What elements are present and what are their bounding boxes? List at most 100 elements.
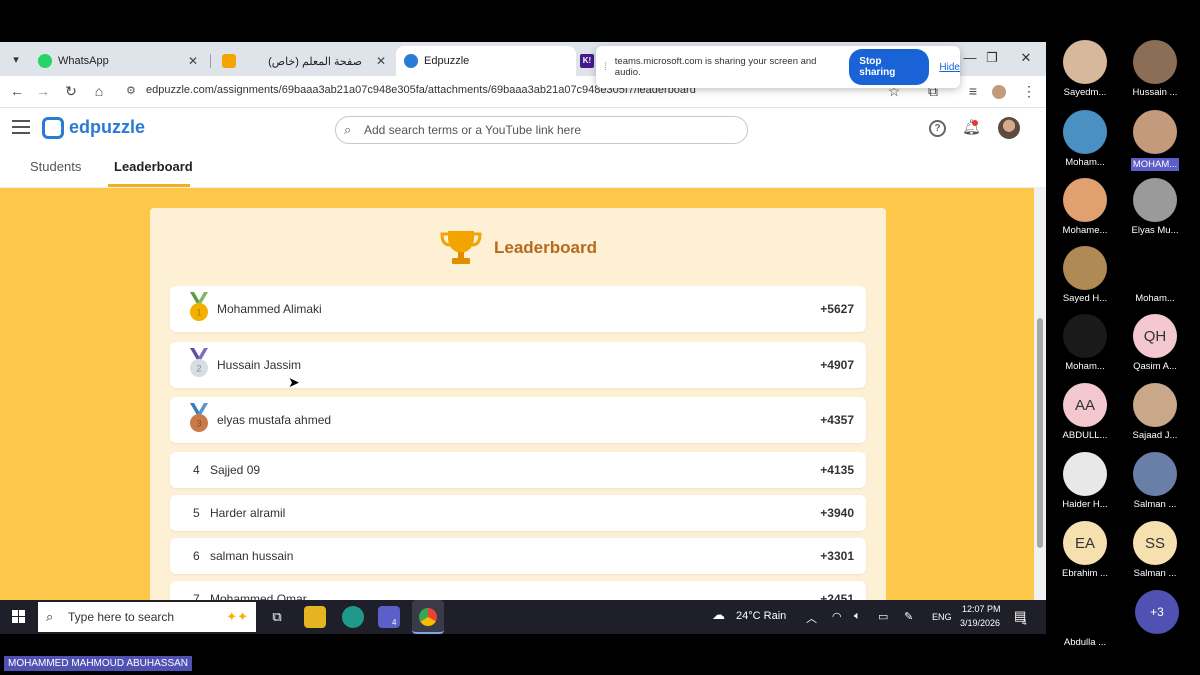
participant-tile[interactable]: Hussain ...	[1120, 40, 1190, 98]
participant-tile[interactable]: QH Qasim A...	[1120, 314, 1190, 372]
windows-start-icon[interactable]	[12, 610, 26, 624]
search-input[interactable]: ⌕ Add search terms or a YouTube link her…	[335, 116, 748, 144]
bronze-medal-icon: 3	[190, 403, 208, 432]
restore-icon[interactable]: ❐	[982, 50, 1002, 66]
scrollbar-thumb[interactable]	[1037, 318, 1043, 548]
participant-tile[interactable]: Sayed H...	[1050, 246, 1120, 304]
page-scrollbar[interactable]	[1034, 188, 1046, 600]
participant-tile[interactable]: EA Ebrahim ...	[1050, 521, 1120, 579]
tab-search-chevron-icon[interactable]: ▾	[6, 50, 26, 70]
file-explorer-icon[interactable]	[304, 606, 326, 628]
edge-icon[interactable]	[342, 606, 364, 628]
teams-icon[interactable]	[378, 606, 400, 628]
leaderboard-row: 4 Sajjed 09 +4135	[170, 452, 866, 488]
tab-leaderboard[interactable]: Leaderboard	[114, 159, 193, 174]
reload-icon[interactable]: ↻	[62, 83, 80, 100]
clock-time[interactable]: 12:07 PM	[962, 604, 1001, 614]
student-name: elyas mustafa ahmed	[217, 413, 332, 427]
student-score: +4907	[820, 358, 854, 372]
participant-tile[interactable]: Elyas Mu...	[1120, 178, 1190, 236]
participant-name: Qasim A...	[1133, 361, 1177, 372]
drag-handle-icon[interactable]: ⁞	[604, 62, 607, 73]
search-icon: ⌕	[344, 122, 352, 137]
participant-name: Moham...	[1065, 157, 1105, 168]
weather-text[interactable]: 24°C Rain	[736, 610, 786, 622]
close-window-icon[interactable]: ✕	[1016, 50, 1036, 66]
svg-text:3: 3	[196, 419, 201, 429]
page-favicon-icon	[222, 54, 236, 68]
more-participants-button[interactable]: +3	[1135, 590, 1179, 634]
language-indicator[interactable]: ENG	[932, 612, 952, 622]
mouse-cursor-icon: ➤	[288, 374, 300, 390]
tab-label: Edpuzzle	[424, 55, 470, 67]
avatar	[1133, 246, 1177, 290]
close-tab-icon[interactable]: ✕	[188, 54, 198, 68]
participant-tile[interactable]: Haider H...	[1050, 452, 1120, 510]
battery-icon[interactable]: ▭	[878, 610, 888, 623]
avatar	[1063, 110, 1107, 154]
edpuzzle-header: edpuzzle ⌕ Add search terms or a YouTube…	[0, 108, 1046, 150]
avatar	[1063, 452, 1107, 496]
tab-edpuzzle[interactable]: Edpuzzle	[396, 46, 576, 76]
tab-whatsapp[interactable]: WhatsApp ✕	[30, 46, 206, 76]
participant-tile[interactable]: AA ABDULL...	[1050, 383, 1120, 441]
participant-tile[interactable]: Abdulla ...	[1050, 590, 1120, 648]
help-icon[interactable]: ?	[929, 120, 946, 137]
leaderboard-section: Leaderboard 1 Mohammed Alimaki +5627 2 H…	[0, 188, 1034, 617]
avatar: SS	[1133, 521, 1177, 565]
participant-tile[interactable]: Salman ...	[1120, 452, 1190, 510]
svg-text:2: 2	[196, 364, 201, 374]
student-score: +4357	[820, 413, 854, 427]
task-view-icon[interactable]: ⧉	[266, 606, 288, 628]
close-tab-icon[interactable]: ✕	[376, 54, 386, 68]
volume-icon[interactable]: 🔈︎	[854, 610, 861, 623]
participant-tile[interactable]: Mohame...	[1050, 178, 1120, 236]
clock-date[interactable]: 3/19/2026	[960, 618, 1000, 628]
show-hidden-icons-icon[interactable]: ︿	[806, 610, 817, 626]
leaderboard-row: 1 Mohammed Alimaki +5627	[170, 286, 866, 332]
network-icon[interactable]: ◠	[832, 610, 842, 623]
student-score: +3301	[820, 549, 854, 563]
minimize-icon[interactable]: —	[960, 50, 980, 65]
taskbar-search-input[interactable]: ⌕ Type here to search ✦✦	[38, 602, 256, 632]
participant-tile[interactable]: Moham...	[1050, 110, 1120, 168]
participant-tile[interactable]: Sajaad J...	[1120, 383, 1190, 441]
participant-tile[interactable]: MOHAM...	[1120, 110, 1190, 172]
search-icon: ⌕	[46, 609, 54, 624]
home-icon[interactable]: ⌂	[90, 83, 108, 99]
chrome-taskbar-button[interactable]	[412, 600, 444, 634]
site-info-icon[interactable]: ⚙	[126, 84, 136, 97]
participant-name: Moham...	[1065, 361, 1105, 372]
rank-number: 5	[193, 506, 200, 520]
tab-kahoot[interactable]: K!	[578, 46, 598, 76]
student-score: +4135	[820, 463, 854, 477]
participant-tile[interactable]: Sayedm...	[1050, 40, 1120, 98]
edpuzzle-logo[interactable]: edpuzzle	[69, 117, 145, 138]
back-icon[interactable]: ←	[8, 83, 26, 99]
notifications-badge: 4	[1022, 618, 1027, 627]
avatar	[1063, 246, 1107, 290]
participant-name: Sayed H...	[1062, 293, 1108, 304]
avatar	[1133, 40, 1177, 84]
hide-notice-link[interactable]: Hide	[939, 62, 960, 73]
tab-teacher-page[interactable]: صفحة المعلم (خاص) ✕	[214, 46, 394, 76]
teams-meeting-window: ▾ WhatsApp ✕ صفحة المعلم (خاص) ✕ Edpuzzl…	[0, 0, 1200, 675]
participant-tile[interactable]: SS Salman ...	[1120, 521, 1190, 579]
hamburger-menu-icon[interactable]	[12, 120, 30, 138]
forward-icon[interactable]: →	[34, 83, 52, 99]
participant-tile[interactable]: Moham...	[1050, 314, 1120, 372]
tab-label: WhatsApp	[58, 55, 109, 67]
participant-tile[interactable]: Moham...	[1120, 246, 1190, 304]
avatar	[1063, 314, 1107, 358]
media-controls-icon[interactable]: ≡	[964, 83, 982, 99]
tab-students[interactable]: Students	[30, 159, 81, 174]
leaderboard-title: Leaderboard	[494, 238, 597, 257]
profile-avatar-icon[interactable]	[992, 85, 1006, 99]
edpuzzle-logo-icon[interactable]	[42, 117, 64, 139]
user-avatar[interactable]	[998, 117, 1020, 139]
avatar	[1063, 40, 1107, 84]
svg-text:1: 1	[196, 308, 201, 318]
pen-icon[interactable]: ✎	[904, 610, 913, 623]
stop-sharing-button[interactable]: Stop sharing	[849, 49, 930, 85]
browser-menu-icon[interactable]: ⋮	[1020, 83, 1038, 100]
